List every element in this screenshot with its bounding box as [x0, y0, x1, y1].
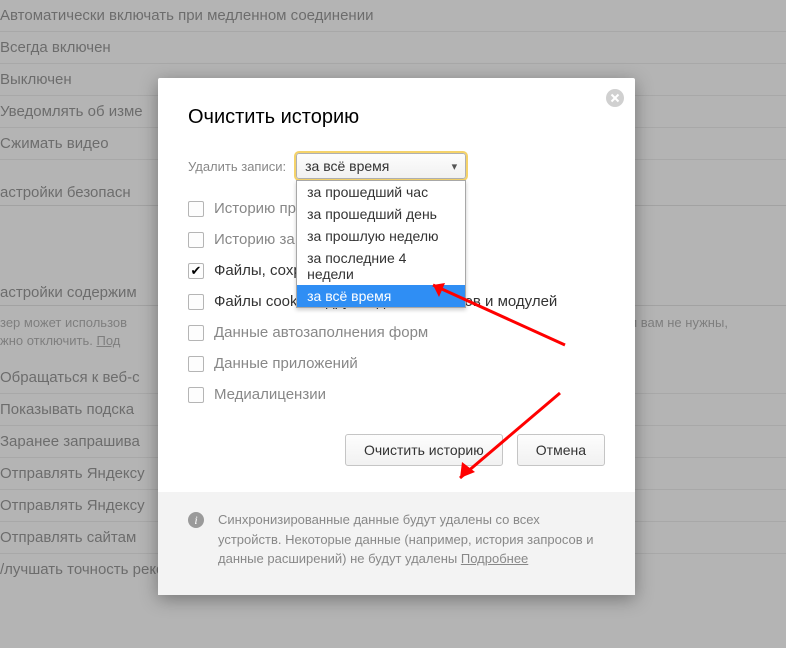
chevron-down-icon: ▾: [452, 160, 458, 173]
checkbox-label: Данные автозаполнения форм: [214, 324, 428, 341]
dialog-header: Очистить историю: [158, 78, 635, 139]
checkbox-label: Историю за: [214, 231, 295, 248]
dropdown-option[interactable]: за прошлую неделю: [297, 225, 465, 247]
dropdown-option-selected[interactable]: за всё время: [297, 285, 465, 307]
clear-autofill[interactable]: Данные автозаполнения форм: [188, 317, 605, 348]
checkbox-label: Данные приложений: [214, 355, 358, 372]
time-range-dropdown: за прошедший час за прошедший день за пр…: [296, 180, 466, 308]
checkbox-icon: [188, 387, 204, 403]
dropdown-option[interactable]: за прошедший день: [297, 203, 465, 225]
checkbox-icon: [188, 294, 204, 310]
clear-history-button[interactable]: Очистить историю: [345, 434, 503, 466]
dialog-footer: i Синхронизированные данные будут удален…: [158, 492, 635, 595]
footer-message: Синхронизированные данные будут удалены …: [218, 512, 594, 566]
clear-media-licenses[interactable]: Медиалицензии: [188, 379, 605, 410]
clear-history-dialog: Очистить историю Удалить записи: за всё …: [158, 78, 635, 595]
time-range-row: Удалить записи: за всё время ▾ за прошед…: [158, 139, 635, 183]
dropdown-option[interactable]: за последние 4 недели: [297, 247, 465, 285]
info-icon: i: [188, 512, 204, 528]
time-range-select[interactable]: за всё время ▾: [296, 153, 466, 179]
dialog-buttons: Очистить историю Отмена: [158, 428, 635, 492]
close-icon: [605, 95, 625, 112]
close-button[interactable]: [605, 88, 625, 108]
dropdown-option[interactable]: за прошедший час: [297, 181, 465, 203]
cancel-button[interactable]: Отмена: [517, 434, 605, 466]
checkbox-checked-icon: [188, 263, 204, 279]
checkbox-icon: [188, 325, 204, 341]
checkbox-icon: [188, 201, 204, 217]
combo-value: за всё время: [305, 158, 389, 174]
svg-text:i: i: [194, 513, 197, 527]
checkbox-icon: [188, 232, 204, 248]
clear-app-data[interactable]: Данные приложений: [188, 348, 605, 379]
dialog-title: Очистить историю: [188, 106, 605, 129]
footer-text: Синхронизированные данные будут удалены …: [218, 510, 605, 569]
time-range-label: Удалить записи:: [188, 159, 286, 174]
checkbox-label: Медиалицензии: [214, 386, 326, 403]
checkbox-icon: [188, 356, 204, 372]
learn-more-link[interactable]: Подробнее: [461, 551, 528, 566]
checkbox-label: Историю пр: [214, 200, 296, 217]
